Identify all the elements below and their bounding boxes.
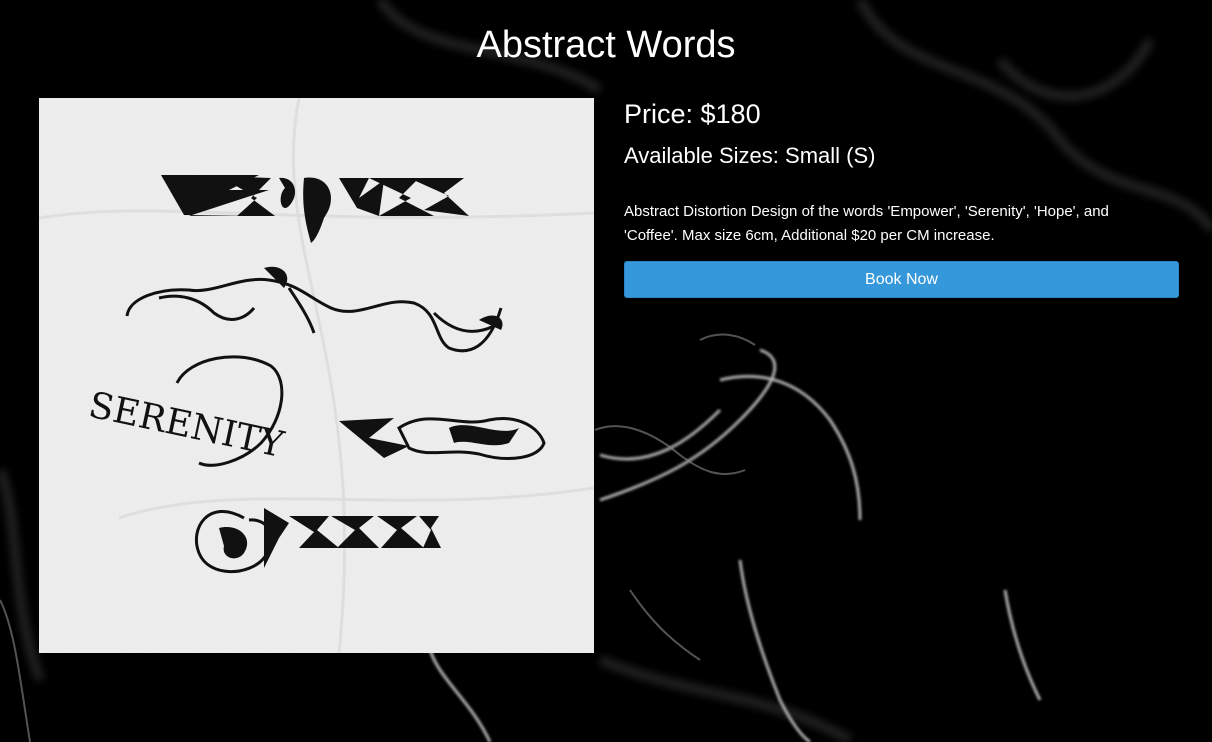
product-details: Price: $180 Available Sizes: Small (S) A… [624, 98, 1179, 298]
page: Abstract Words SERENITY Price: $180 Avai… [0, 0, 1212, 742]
product-description: Abstract Distortion Design of the words … [624, 203, 1109, 244]
product-artwork: SERENITY [39, 98, 594, 653]
page-title: Abstract Words [476, 24, 736, 66]
available-sizes-text: Available Sizes: Small (S) [624, 143, 876, 168]
book-now-button[interactable]: Book Now [624, 261, 1179, 298]
product-image: SERENITY [39, 98, 594, 653]
price-text: Price: $180 [624, 99, 761, 129]
